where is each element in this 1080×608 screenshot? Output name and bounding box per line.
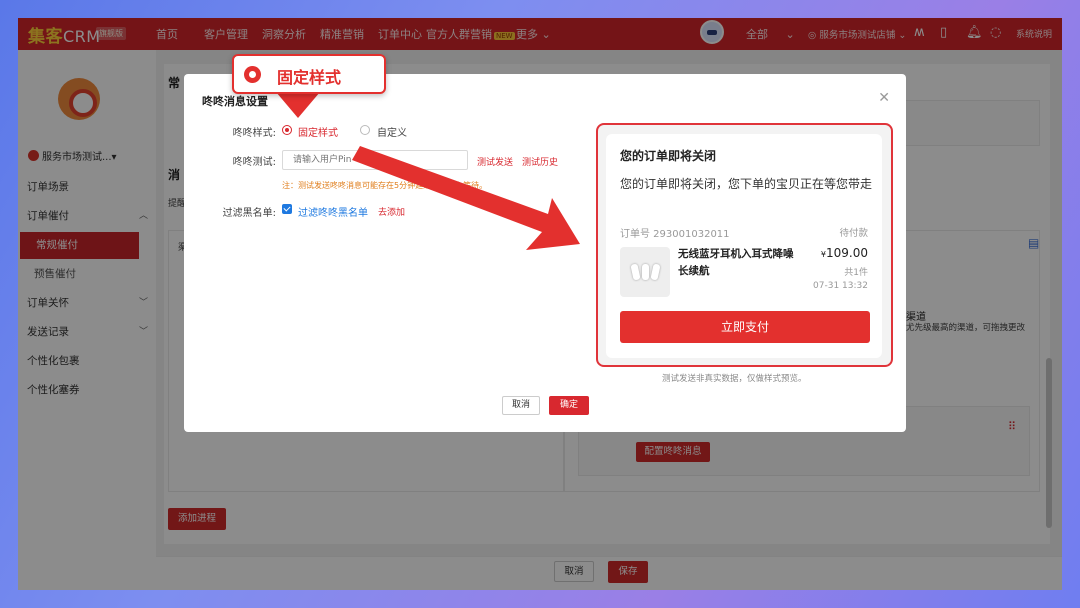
callout-text: 固定样式 — [277, 68, 342, 87]
callout-pointer — [276, 92, 320, 118]
arrow-shape — [352, 146, 580, 250]
radio-dot-icon — [244, 66, 261, 83]
annotation-arrow — [352, 146, 580, 250]
annotation-callout: 固定样式 — [232, 54, 386, 94]
